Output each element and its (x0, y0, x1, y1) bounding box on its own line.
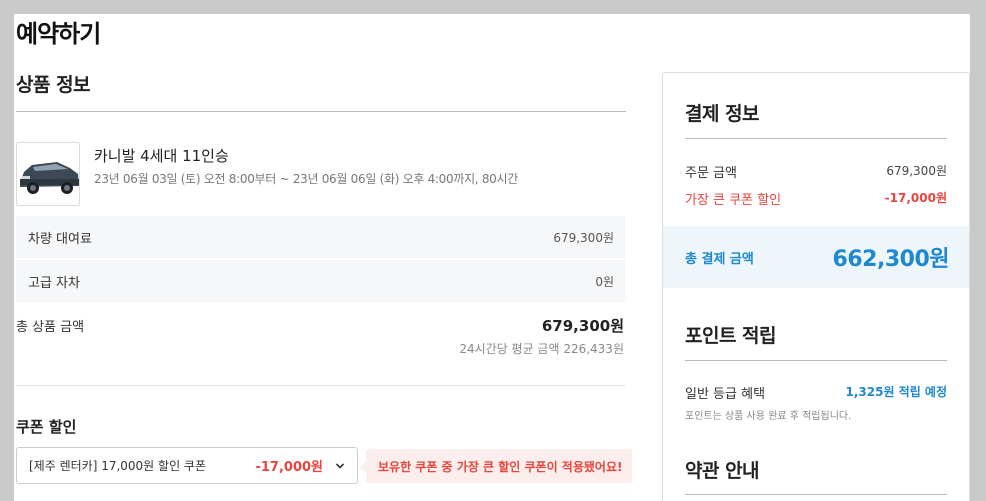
section-divider (685, 494, 947, 495)
coupon-applied-tooltip: 보유한 쿠폰 중 가장 큰 할인 쿠폰이 적용됐어요! (359, 449, 633, 483)
coupon-discount-row: 가장 큰 쿠폰 할인 -17,000원 (685, 189, 947, 208)
price-row-label: 고급 자차 (28, 275, 80, 291)
reservation-page: 예약하기 상품 정보 카니발 4세대 11인승 23년 06월 03일 (토) … (14, 14, 970, 501)
terms-section-title: 약관 안내 (685, 460, 760, 482)
coupon-discount-value: -17,000원 (884, 191, 947, 205)
payment-section-title: 결제 정보 (685, 103, 760, 125)
price-row-value: 679,300원 (553, 230, 614, 245)
points-note: 포인트는 상품 사용 완료 후 적립됩니다. (685, 411, 852, 422)
coupon-selected-label: [제주 렌터카] 17,000원 할인 쿠폰 (29, 459, 207, 473)
points-value: 1,325원 적립 예정 (845, 385, 947, 399)
price-row-label: 차량 대여료 (28, 231, 92, 247)
chevron-down-icon (335, 462, 345, 469)
product-total-label: 총 상품 금액 (16, 320, 85, 335)
order-amount-row: 주문 금액 679,300원 (685, 162, 947, 181)
average-price-note: 24시간당 평균 금액 226,433원 (459, 342, 624, 356)
product-info: 카니발 4세대 11인승 23년 06월 03일 (토) 오전 8:00부터 ~… (16, 112, 626, 208)
product-section-title: 상품 정보 (16, 74, 91, 96)
price-row-insurance: 고급 자차 0원 (16, 260, 626, 302)
total-payment-amount: 662,300원 (832, 247, 950, 272)
total-payment-row: 총 결제 금액 662,300원 (663, 226, 969, 288)
car-thumbnail (16, 142, 80, 206)
payment-summary-panel: 결제 정보 주문 금액 679,300원 가장 큰 쿠폰 할인 -17,000원… (662, 72, 970, 501)
order-amount-value: 679,300원 (886, 164, 947, 178)
product-name: 카니발 4세대 11인승 (94, 147, 229, 165)
page-title: 예약하기 (16, 20, 101, 48)
points-row: 일반 등급 혜택 1,325원 적립 예정 (685, 383, 947, 402)
section-divider (685, 360, 947, 361)
price-row-rental: 차량 대여료 679,300원 (16, 216, 626, 258)
order-amount-label: 주문 금액 (685, 166, 737, 181)
coupon-select[interactable]: [제주 렌터카] 17,000원 할인 쿠폰 -17,000원 (16, 447, 358, 484)
section-divider (16, 385, 626, 386)
product-total-amount: 679,300원 (541, 317, 624, 335)
price-breakdown: 차량 대여료 679,300원 고급 자차 0원 (16, 216, 626, 304)
coupon-section-title: 쿠폰 할인 (16, 418, 77, 436)
total-payment-label: 총 결제 금액 (685, 251, 754, 267)
points-label: 일반 등급 혜택 (685, 387, 766, 402)
rental-period: 23년 06월 03일 (토) 오전 8:00부터 ~ 23년 06월 06일 … (94, 172, 518, 186)
coupon-discount-amount: -17,000원 (255, 460, 323, 475)
section-divider (685, 138, 947, 139)
price-row-value: 0원 (595, 274, 614, 289)
left-column: 상품 정보 카니발 4세대 11인승 23년 06월 03일 (토) 오전 8:… (16, 70, 633, 484)
coupon-discount-label: 가장 큰 쿠폰 할인 (685, 193, 782, 208)
points-section-title: 포인트 적립 (685, 325, 777, 347)
